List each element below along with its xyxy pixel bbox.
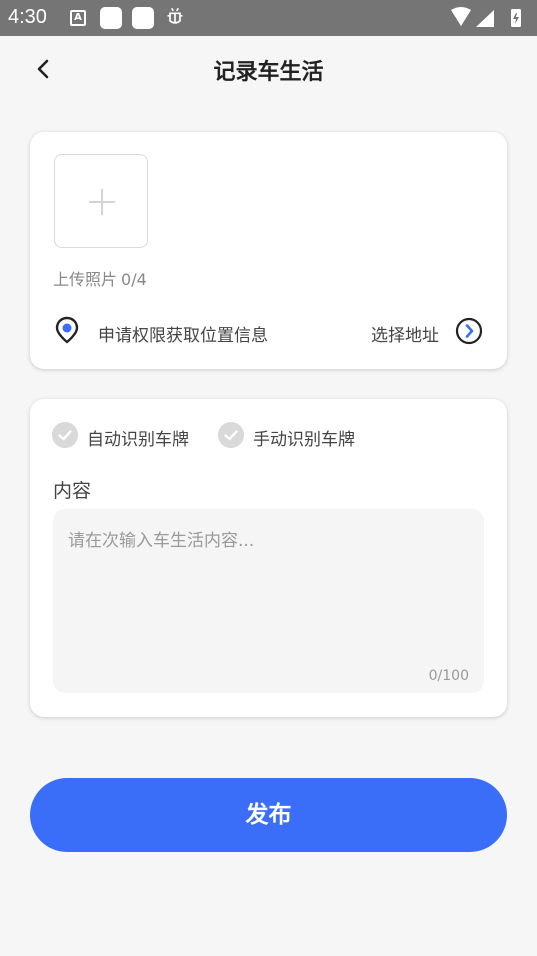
status-time: 4:30 bbox=[8, 6, 47, 28]
manual-recognize-plate-option[interactable]: 手动识别车牌 bbox=[218, 422, 368, 450]
character-counter: 0/100 bbox=[428, 668, 469, 684]
photo-location-card: 上传照片 0/4 申请权限获取位置信息 选择地址 bbox=[30, 132, 507, 369]
accessibility-badge-icon: A bbox=[70, 10, 86, 26]
publish-button[interactable]: 发布 bbox=[30, 778, 507, 852]
wifi-signal-battery-icon bbox=[451, 7, 521, 27]
content-card: 自动识别车牌 手动识别车牌 内容 请在次输入车生活内容... 0/100 bbox=[30, 399, 507, 717]
plus-icon-vertical bbox=[101, 189, 103, 215]
select-address-link[interactable]: 选择地址 bbox=[371, 321, 439, 346]
content-label: 内容 bbox=[53, 480, 92, 502]
chevron-right-circle-icon[interactable] bbox=[455, 317, 483, 345]
debug-bug-icon bbox=[167, 7, 183, 24]
location-permission-text[interactable]: 申请权限获取位置信息 bbox=[98, 321, 268, 346]
check-circle-icon bbox=[52, 422, 78, 448]
upload-photo-label: 上传照片 0/4 bbox=[53, 266, 147, 290]
upload-count: 0/4 bbox=[121, 270, 147, 289]
page-title: 记录车生活 bbox=[213, 60, 324, 85]
manual-recognize-plate-label: 手动识别车牌 bbox=[253, 430, 355, 450]
auto-recognize-plate-label: 自动识别车牌 bbox=[87, 430, 189, 450]
auto-recognize-plate-option[interactable]: 自动识别车牌 bbox=[52, 422, 202, 450]
header: 记录车生活 bbox=[0, 36, 537, 104]
system-status-icons bbox=[449, 7, 529, 33]
check-circle-icon bbox=[218, 422, 244, 448]
upload-photo-button[interactable] bbox=[54, 154, 148, 248]
location-pin-icon bbox=[55, 316, 79, 344]
content-placeholder: 请在次输入车生活内容... bbox=[68, 531, 255, 551]
notification-icon bbox=[100, 7, 122, 29]
content-textarea[interactable]: 请在次输入车生活内容... 0/100 bbox=[53, 509, 484, 693]
notification-icon bbox=[132, 7, 154, 29]
status-bar: 4:30 A bbox=[0, 0, 537, 36]
upload-label-text: 上传照片 bbox=[53, 270, 118, 289]
